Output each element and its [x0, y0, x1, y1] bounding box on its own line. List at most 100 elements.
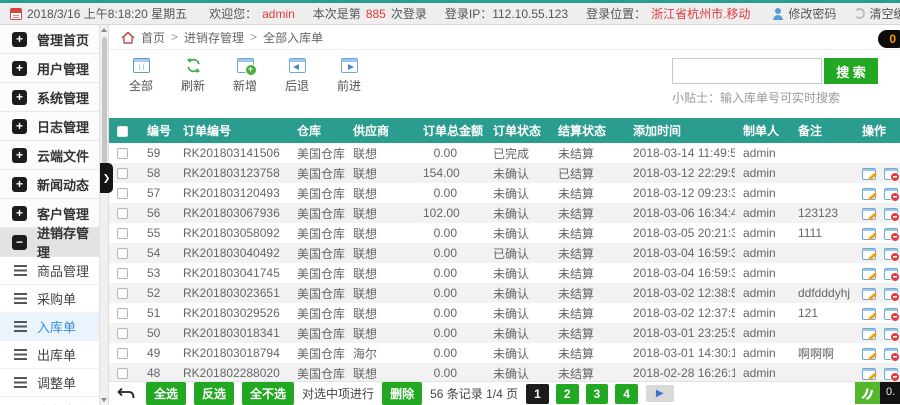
row-checkbox[interactable] — [117, 188, 128, 199]
cell-remark — [790, 163, 854, 183]
cell-amount: 0.00 — [415, 243, 485, 263]
header-checkbox[interactable] — [117, 126, 128, 137]
select-none-button[interactable]: 全不选 — [242, 382, 294, 405]
cell-remark — [790, 143, 854, 163]
row-checkbox[interactable] — [117, 208, 128, 219]
next-page-button[interactable]: ▶ — [646, 385, 674, 402]
sidebar-item-label: 客户管理 — [37, 204, 89, 223]
sidebar-subitem-出库单[interactable]: 出库单 — [0, 341, 100, 369]
column-header-10: 操作 — [854, 118, 900, 143]
row-checkbox[interactable] — [117, 148, 128, 159]
search-button[interactable]: 搜 索 — [824, 58, 878, 84]
delete-icon[interactable] — [884, 208, 898, 220]
refresh-icon — [185, 58, 202, 73]
delete-icon[interactable] — [884, 308, 898, 320]
toolbar-button-add[interactable]: 新增 — [227, 58, 263, 118]
row-checkbox[interactable] — [117, 168, 128, 179]
delete-icon[interactable] — [884, 228, 898, 240]
home-icon[interactable] — [121, 31, 135, 44]
edit-icon[interactable] — [862, 268, 876, 280]
sidebar-item-系统管理[interactable]: +系统管理 — [0, 83, 100, 112]
cell-order_no: RK201803058092 — [175, 223, 289, 243]
delete-icon[interactable] — [884, 248, 898, 260]
sidebar-scrollbar[interactable] — [99, 25, 108, 405]
cell-amount: 154.00 — [415, 163, 485, 183]
edit-icon[interactable] — [862, 348, 876, 360]
cell-creator: admin — [735, 143, 790, 163]
sidebar-collapse-handle[interactable]: ❯ — [100, 163, 113, 193]
sidebar-subitem-商品管理[interactable]: 商品管理 — [0, 257, 100, 285]
main-area: +管理首页+用户管理+系统管理+日志管理+云端文件+新闻动态+客户管理−进销存管… — [0, 25, 900, 405]
sidebar-item-管理首页[interactable]: +管理首页 — [0, 25, 100, 54]
sidebar-item-日志管理[interactable]: +日志管理 — [0, 112, 100, 141]
sidebar: +管理首页+用户管理+系统管理+日志管理+云端文件+新闻动态+客户管理−进销存管… — [0, 25, 109, 405]
edit-icon[interactable] — [862, 328, 876, 340]
delete-icon[interactable] — [884, 348, 898, 360]
column-header-4: 订单总金额 — [415, 118, 485, 143]
row-checkbox[interactable] — [117, 308, 128, 319]
row-checkbox[interactable] — [117, 348, 128, 359]
sidebar-subitem-调整单[interactable]: 调整单 — [0, 369, 100, 397]
return-arrow-icon[interactable] — [117, 387, 136, 400]
row-checkbox[interactable] — [117, 268, 128, 279]
toolbar-button-back[interactable]: 后退 — [279, 58, 315, 118]
page-button-4[interactable]: 4 — [615, 384, 638, 404]
delete-icon[interactable] — [884, 268, 898, 280]
change-password-link[interactable]: 修改密码 — [772, 5, 836, 22]
sidebar-subitem-采购单[interactable]: 采购单 — [0, 285, 100, 313]
sidebar-subitem-入库单[interactable]: 入库单 — [0, 313, 100, 341]
row-checkbox[interactable] — [117, 248, 128, 259]
row-checkbox[interactable] — [117, 368, 128, 379]
row-checkbox[interactable] — [117, 228, 128, 239]
delete-button[interactable]: 删除 — [382, 382, 422, 405]
scroll-down-icon[interactable] — [101, 398, 107, 402]
invert-selection-button[interactable]: 反选 — [194, 382, 234, 405]
cell-added_time: 2018-03-02 12:37:53 — [625, 303, 735, 323]
page-button-1[interactable]: 1 — [526, 384, 549, 404]
toolbar-button-all[interactable]: 全部 — [123, 58, 159, 118]
scroll-up-icon[interactable] — [101, 28, 107, 32]
sidebar-subitem-库存查询[interactable]: 库存查询 — [0, 397, 100, 405]
delete-icon[interactable] — [884, 168, 898, 180]
clear-cache-link[interactable]: 清空缓存 — [854, 5, 900, 22]
edit-icon[interactable] — [862, 248, 876, 260]
sidebar-item-进销存管理[interactable]: −进销存管理 — [0, 228, 100, 257]
cell-added_time: 2018-03-02 12:38:59 — [625, 283, 735, 303]
edit-icon[interactable] — [862, 228, 876, 240]
search-input[interactable] — [672, 58, 822, 84]
notification-badge[interactable]: 0 — [878, 30, 900, 48]
delete-icon[interactable] — [884, 288, 898, 300]
row-checkbox[interactable] — [117, 328, 128, 339]
page-button-2[interactable]: 2 — [556, 384, 579, 404]
sidebar-item-label: 进销存管理 — [37, 223, 100, 261]
edit-icon[interactable] — [862, 168, 876, 180]
cell-checkbox — [109, 283, 139, 303]
row-checkbox[interactable] — [117, 288, 128, 299]
select-all-button[interactable]: 全选 — [146, 382, 186, 405]
sidebar-item-用户管理[interactable]: +用户管理 — [0, 54, 100, 83]
toolbar-button-refresh[interactable]: 刷新 — [175, 58, 211, 118]
table-row: 51RK201803029526美国仓库联想0.00未确认未结算2018-03-… — [109, 303, 900, 323]
cell-supplier: 联想 — [345, 183, 415, 203]
breadcrumb-home[interactable]: 首页 — [141, 29, 165, 46]
column-header-7: 添加时间 — [625, 118, 735, 143]
toolbar-button-forward[interactable]: 前进 — [331, 58, 367, 118]
delete-icon[interactable] — [884, 188, 898, 200]
cell-creator: admin — [735, 223, 790, 243]
edit-icon[interactable] — [862, 308, 876, 320]
delete-icon[interactable] — [884, 368, 898, 380]
sidebar-item-云端文件[interactable]: +云端文件 — [0, 141, 100, 170]
cell-order_status: 未确认 — [485, 223, 550, 243]
edit-icon[interactable] — [862, 368, 876, 380]
cell-order_no: RK201803023651 — [175, 283, 289, 303]
edit-icon[interactable] — [862, 208, 876, 220]
page-button-3[interactable]: 3 — [586, 384, 609, 404]
sidebar-item-新闻动态[interactable]: +新闻动态 — [0, 170, 100, 199]
delete-icon[interactable] — [884, 328, 898, 340]
edit-icon[interactable] — [862, 288, 876, 300]
login-count-value: 885 — [366, 7, 386, 21]
breadcrumb-module[interactable]: 进销存管理 — [184, 29, 244, 46]
cell-supplier: 联想 — [345, 143, 415, 163]
edit-icon[interactable] — [862, 188, 876, 200]
cell-settle_status: 未结算 — [550, 283, 625, 303]
